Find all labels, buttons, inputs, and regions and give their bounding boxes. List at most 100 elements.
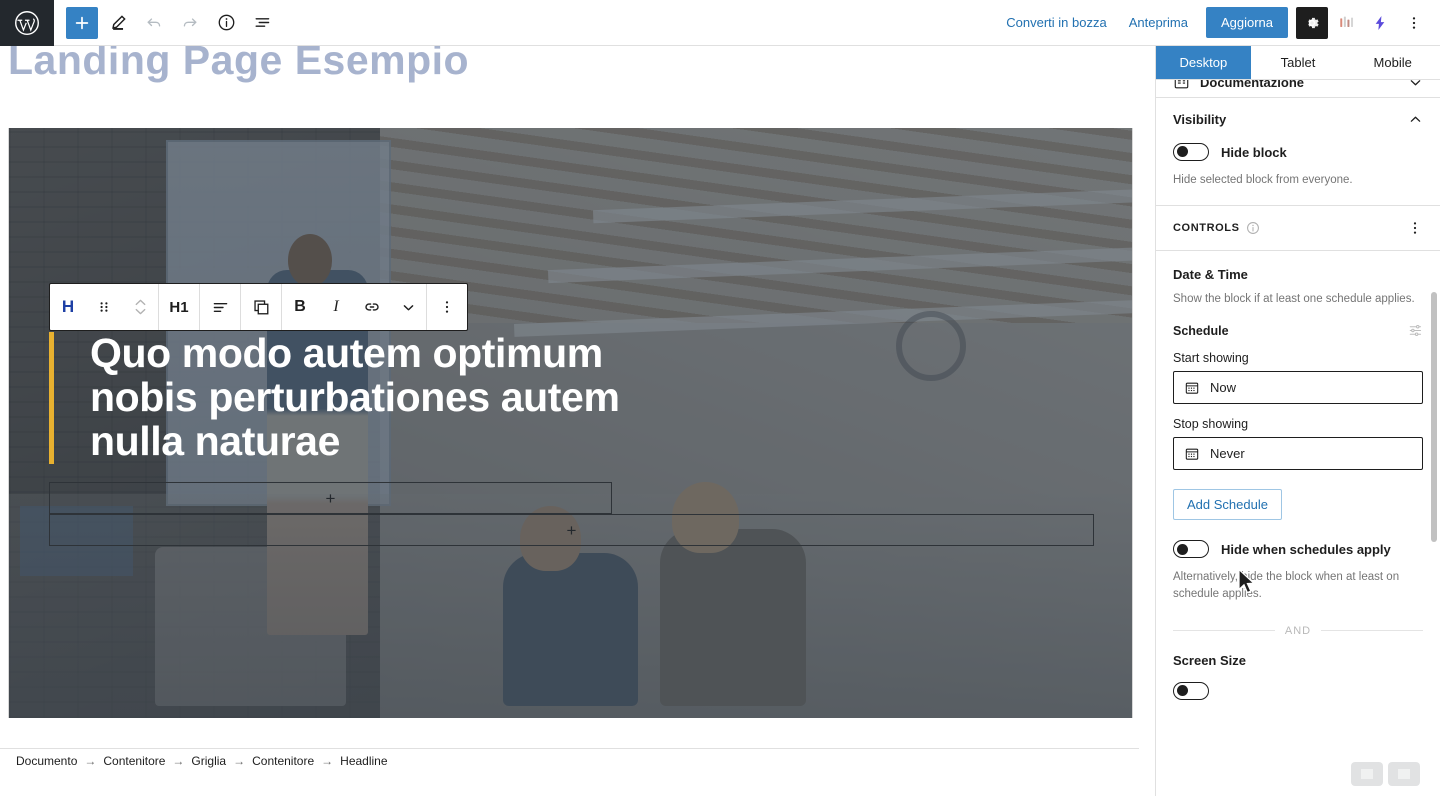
drag-dots-icon (98, 299, 110, 315)
stats-button[interactable] (1330, 7, 1362, 39)
list-view-button[interactable] (246, 7, 278, 39)
gear-icon (1303, 14, 1321, 32)
documentation-row[interactable]: Documentazione (1156, 80, 1440, 98)
stop-showing-value: Never (1210, 446, 1245, 462)
copy-icon (252, 298, 271, 317)
widget-button-left[interactable] (1351, 762, 1383, 786)
switch-to-draft-button[interactable]: Converti in bozza (996, 9, 1116, 36)
schedule-label: Schedule (1173, 323, 1229, 338)
italic-button[interactable]: I (318, 284, 354, 330)
stop-showing-label: Stop showing (1173, 417, 1249, 432)
lightning-bolt-icon (1371, 14, 1389, 32)
add-block-button[interactable] (66, 6, 98, 39)
details-button[interactable] (210, 7, 242, 39)
controls-header: CONTROLS (1156, 206, 1440, 251)
screen-size-section: Screen Size (1156, 637, 1440, 700)
settings-sidebar-button[interactable] (1296, 6, 1328, 39)
sidebar-scrollbar-thumb[interactable] (1431, 292, 1437, 542)
undo-button[interactable] (138, 7, 170, 39)
chevron-updown-icon (134, 296, 147, 318)
controls-label: CONTROLS (1173, 221, 1240, 234)
align-text-button[interactable] (200, 284, 240, 330)
duplicate-button[interactable] (241, 284, 281, 330)
more-formats-button[interactable] (390, 284, 426, 330)
heading-level-button[interactable]: H1 (159, 284, 199, 330)
controls-menu-button[interactable] (1407, 220, 1423, 236)
screen-size-toggle[interactable] (1173, 681, 1209, 700)
bar-chart-icon (1338, 14, 1355, 31)
device-preview-tabs: Desktop Tablet Mobile (1156, 46, 1440, 80)
top-toolbar: Converti in bozza Anteprima Aggiorna (0, 0, 1440, 46)
date-time-section: Date & Time Show the block if at least o… (1156, 251, 1440, 603)
link-button[interactable] (354, 284, 390, 330)
jetpack-button[interactable] (1364, 7, 1396, 39)
breadcrumb: Documento → Contenitore → Griglia → Cont… (0, 748, 1139, 772)
chevron-down-icon[interactable] (1408, 80, 1423, 90)
date-time-title: Date & Time (1173, 266, 1248, 282)
start-showing-label: Start showing (1173, 351, 1249, 366)
top-toolbar-left-group (54, 6, 278, 39)
widget-button-right[interactable] (1388, 762, 1420, 786)
documentation-label: Documentazione (1200, 80, 1305, 90)
chevron-up-icon[interactable] (1408, 112, 1423, 127)
block-toolbar-group-level: H1 (159, 284, 200, 330)
hide-block-toggle[interactable] (1173, 143, 1209, 161)
hide-when-schedules-toggle[interactable] (1173, 540, 1209, 559)
tab-mobile[interactable]: Mobile (1345, 46, 1440, 79)
visibility-panel: Visibility Hide block Hide selected bloc… (1156, 98, 1440, 206)
settings-sliders-icon[interactable] (1408, 323, 1423, 338)
vertical-dots-icon (439, 299, 455, 315)
tab-tablet[interactable]: Tablet (1250, 46, 1346, 79)
block-appender-icon[interactable]: + (326, 490, 336, 507)
and-divider-label: AND (1284, 624, 1312, 637)
update-button[interactable]: Aggiorna (1205, 7, 1288, 38)
visibility-panel-title: Visibility (1173, 112, 1227, 127)
block-toolbar-group-move: H (50, 284, 159, 330)
bold-button[interactable]: B (282, 284, 318, 330)
breadcrumb-item-documento[interactable]: Documento (16, 754, 77, 768)
block-options-button[interactable] (427, 284, 467, 330)
block-toolbar-group-duplicate (241, 284, 282, 330)
headline-text[interactable]: Quo modo autem optimum nobis perturbatio… (90, 331, 649, 464)
breadcrumb-separator: → (321, 753, 334, 768)
and-divider: AND (1173, 624, 1424, 637)
edit-tool-button[interactable] (102, 7, 134, 39)
italic-icon: I (333, 298, 339, 315)
stop-showing-field[interactable]: Never (1173, 437, 1423, 471)
info-circle-icon[interactable] (1246, 221, 1260, 235)
block-toolbar-group-options (427, 284, 467, 330)
drag-handle[interactable] (86, 284, 122, 330)
hide-when-schedules-label: Hide when schedules apply (1221, 541, 1391, 557)
visibility-panel-header[interactable]: Visibility (1173, 112, 1423, 127)
screen-size-title: Screen Size (1173, 652, 1246, 668)
more-options-button[interactable] (1398, 7, 1430, 39)
start-showing-field[interactable]: Now (1173, 371, 1423, 405)
breadcrumb-item-headline[interactable]: Headline (340, 754, 387, 768)
floating-widget-overlay[interactable] (1351, 762, 1420, 786)
breadcrumb-item-griglia[interactable]: Griglia (191, 754, 226, 768)
editor-canvas[interactable]: Landing Page Esempio Quo modo autem opti… (0, 46, 1139, 772)
post-title[interactable]: Landing Page Esempio (8, 46, 469, 85)
breadcrumb-item-contenitore-2[interactable]: Contenitore (252, 754, 314, 768)
chevron-down-icon (401, 300, 416, 315)
headline-block[interactable]: Quo modo autem optimum nobis perturbatio… (49, 331, 649, 464)
tab-desktop[interactable]: Desktop (1156, 46, 1251, 79)
calendar-icon (1184, 380, 1200, 396)
screen-size-toggle-row (1173, 681, 1423, 700)
heading-h-icon: H (61, 297, 75, 316)
redo-button[interactable] (174, 7, 206, 39)
empty-block-placeholder-1[interactable]: + (49, 482, 612, 514)
breadcrumb-separator: → (84, 753, 97, 768)
block-appender-icon[interactable]: + (567, 522, 577, 539)
empty-block-placeholder-2[interactable]: + (49, 514, 1094, 546)
block-type-heading-button[interactable]: H (50, 284, 86, 330)
align-left-icon (211, 298, 230, 317)
hide-block-toggle-row: Hide block (1173, 143, 1423, 161)
add-schedule-button[interactable]: Add Schedule (1173, 489, 1282, 521)
breadcrumb-item-contenitore-1[interactable]: Contenitore (103, 754, 165, 768)
link-icon (362, 297, 382, 317)
h1-icon: H1 (169, 298, 189, 316)
wordpress-logo-icon[interactable] (0, 0, 54, 46)
preview-button[interactable]: Anteprima (1119, 9, 1198, 36)
move-up-down-button[interactable] (122, 284, 158, 330)
